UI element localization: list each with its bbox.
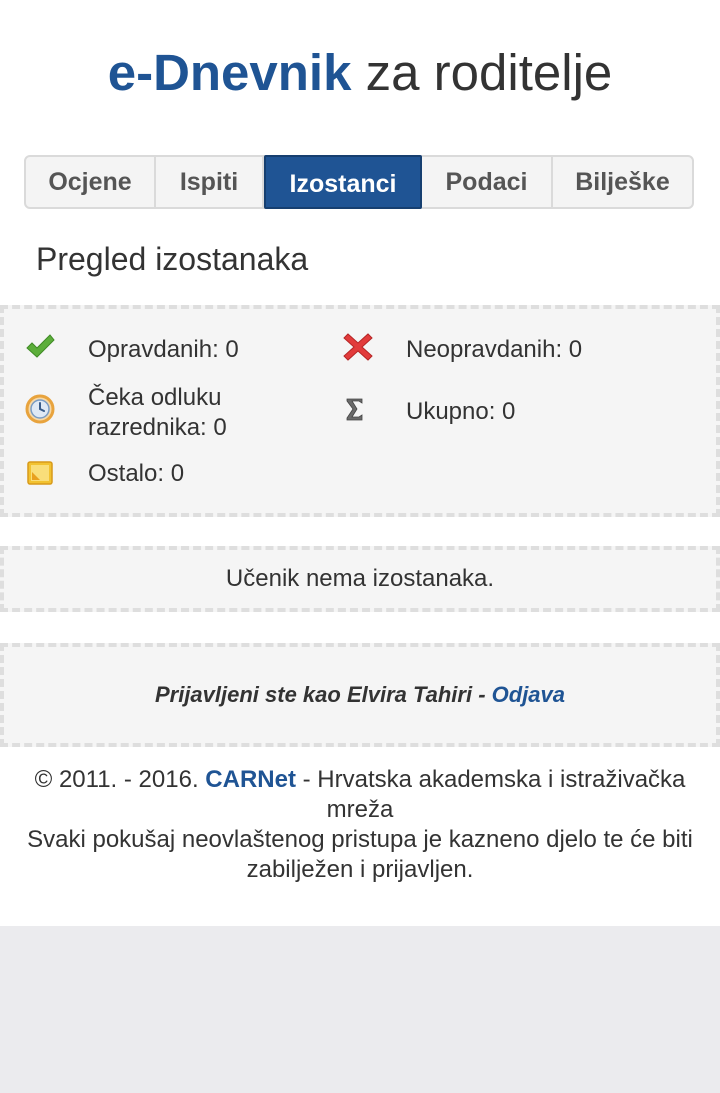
logged-in-as-text: Prijavljeni ste kao Elvira Tahiri - xyxy=(154,682,492,707)
justified-count: Opravdanih: 0 xyxy=(88,336,239,363)
logout-link[interactable]: Odjava xyxy=(492,682,565,707)
sigma-icon xyxy=(346,398,363,421)
app-subtitle: za roditelje xyxy=(351,44,613,101)
pending-label-line2: razrednika: 0 xyxy=(88,414,227,441)
tab-ocjene[interactable]: Ocjene xyxy=(26,157,156,207)
no-absences-panel: Učenik nema izostanaka. xyxy=(0,546,720,612)
app-title: e-Dnevnik za roditelje xyxy=(0,38,720,108)
tab-izostanci[interactable]: Izostanci xyxy=(264,155,422,209)
page: e-Dnevnik za roditelje Ocjene Ispiti Izo… xyxy=(0,0,720,926)
no-absences-message: Učenik nema izostanaka. xyxy=(225,565,495,592)
cross-icon xyxy=(343,333,373,361)
page-title: Pregled izostanaka xyxy=(36,241,309,277)
check-icon xyxy=(26,334,55,358)
app-brand: e-Dnevnik xyxy=(107,44,352,101)
tab-ispiti[interactable]: Ispiti xyxy=(156,157,264,207)
total-count: Ukupno: 0 xyxy=(406,398,516,425)
carnet-link[interactable]: CARNet xyxy=(205,766,296,793)
other-icon xyxy=(27,461,53,485)
footer-copyright: © 2011. - 2016. CARNet - Hrvatska akadem… xyxy=(0,765,720,825)
pending-label-line1: Čeka odluku xyxy=(88,384,222,411)
pending-count: Čeka odluku razrednika: 0 xyxy=(88,383,227,443)
tab-bar: Ocjene Ispiti Izostanci Podaci Bilješke xyxy=(24,155,694,209)
footer-warning: Svaki pokušaj neovlaštenog pristupa je k… xyxy=(27,826,693,883)
footer-org: - Hrvatska akademska i istraživačka mrež… xyxy=(295,766,686,823)
absence-summary-panel: Opravdanih: 0 Neopravdanih: 0 Čeka odluk… xyxy=(0,305,720,517)
copyright-text: © 2011. - 2016. xyxy=(34,766,206,793)
login-status-panel: Prijavljeni ste kao Elvira Tahiri - Odja… xyxy=(0,643,720,747)
clock-icon xyxy=(25,394,55,424)
unjustified-count: Neopravdanih: 0 xyxy=(406,336,583,363)
tab-podaci[interactable]: Podaci xyxy=(422,157,553,207)
footer: © 2011. - 2016. CARNet - Hrvatska akadem… xyxy=(0,765,720,885)
tab-biljeske[interactable]: Bilješke xyxy=(553,157,692,207)
login-status: Prijavljeni ste kao Elvira Tahiri - Odja… xyxy=(4,647,716,743)
other-count: Ostalo: 0 xyxy=(88,460,185,487)
